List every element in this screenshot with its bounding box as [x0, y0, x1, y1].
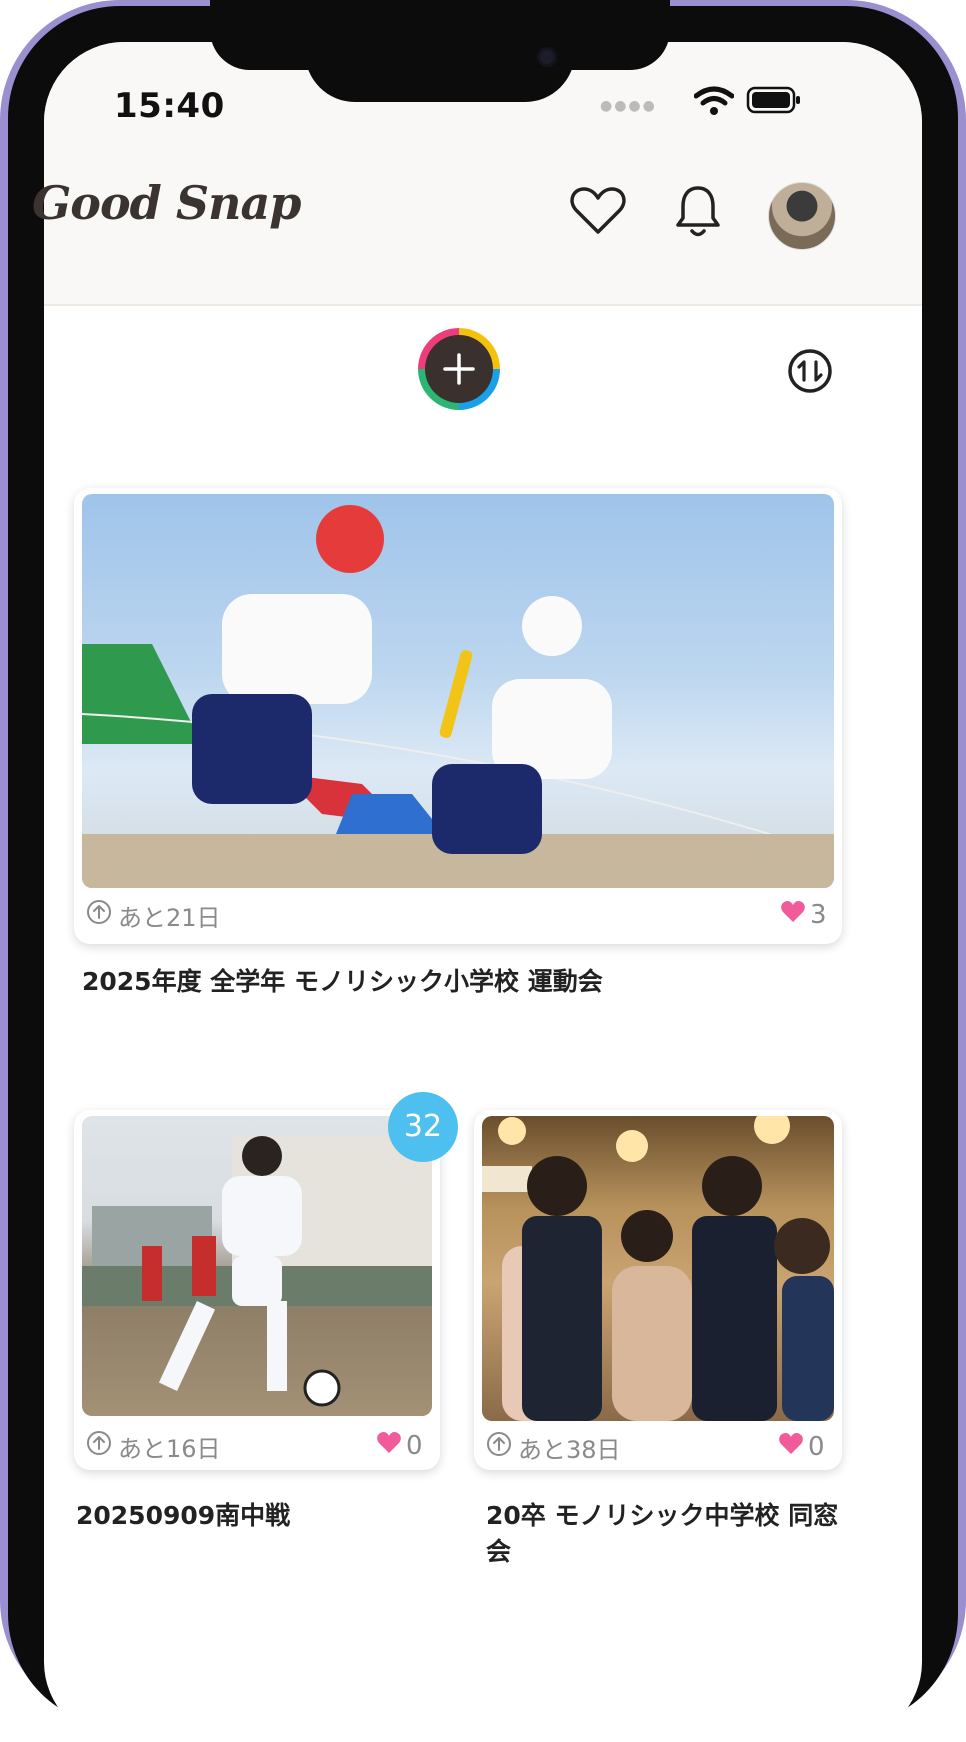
album-title[interactable]: 2025年度 全学年 モノリシック小学校 運動会 [82, 964, 603, 1000]
heart-icon[interactable] [780, 900, 806, 924]
wifi-icon [694, 86, 734, 115]
like-count: 3 [810, 900, 827, 930]
upload-icon [87, 900, 111, 924]
upload-icon [487, 1432, 511, 1456]
heart-icon[interactable] [376, 1431, 402, 1455]
status-time: 15:40 [114, 86, 225, 126]
heart-outline-icon[interactable] [570, 186, 626, 236]
app-logo[interactable]: Good Snap [32, 176, 301, 230]
plus-icon [443, 353, 475, 385]
remaining-days: あと16日 [118, 1435, 221, 1463]
heart-icon[interactable] [778, 1432, 804, 1456]
battery-icon [746, 86, 800, 114]
album-photo[interactable] [482, 1116, 834, 1421]
bell-icon[interactable] [674, 184, 722, 240]
sort-icon[interactable] [787, 348, 833, 394]
signal-icon: ●●●● [600, 98, 657, 114]
new-count-badge: 32 [388, 1092, 458, 1162]
user-avatar[interactable] [768, 182, 836, 250]
like-count: 0 [808, 1432, 825, 1462]
dynamic-island [305, 0, 575, 102]
album-title[interactable]: 20卒 モノリシック中学校 同窓会 [486, 1498, 846, 1570]
camera-icon [540, 50, 554, 64]
remaining-days: あと38日 [518, 1436, 621, 1464]
upload-icon [87, 1431, 111, 1455]
remaining-days: あと21日 [118, 904, 221, 932]
album-photo[interactable] [82, 1116, 432, 1416]
album-photo[interactable] [82, 494, 834, 888]
like-count: 0 [406, 1431, 423, 1461]
album-title[interactable]: 20250909南中戦 [76, 1498, 416, 1534]
